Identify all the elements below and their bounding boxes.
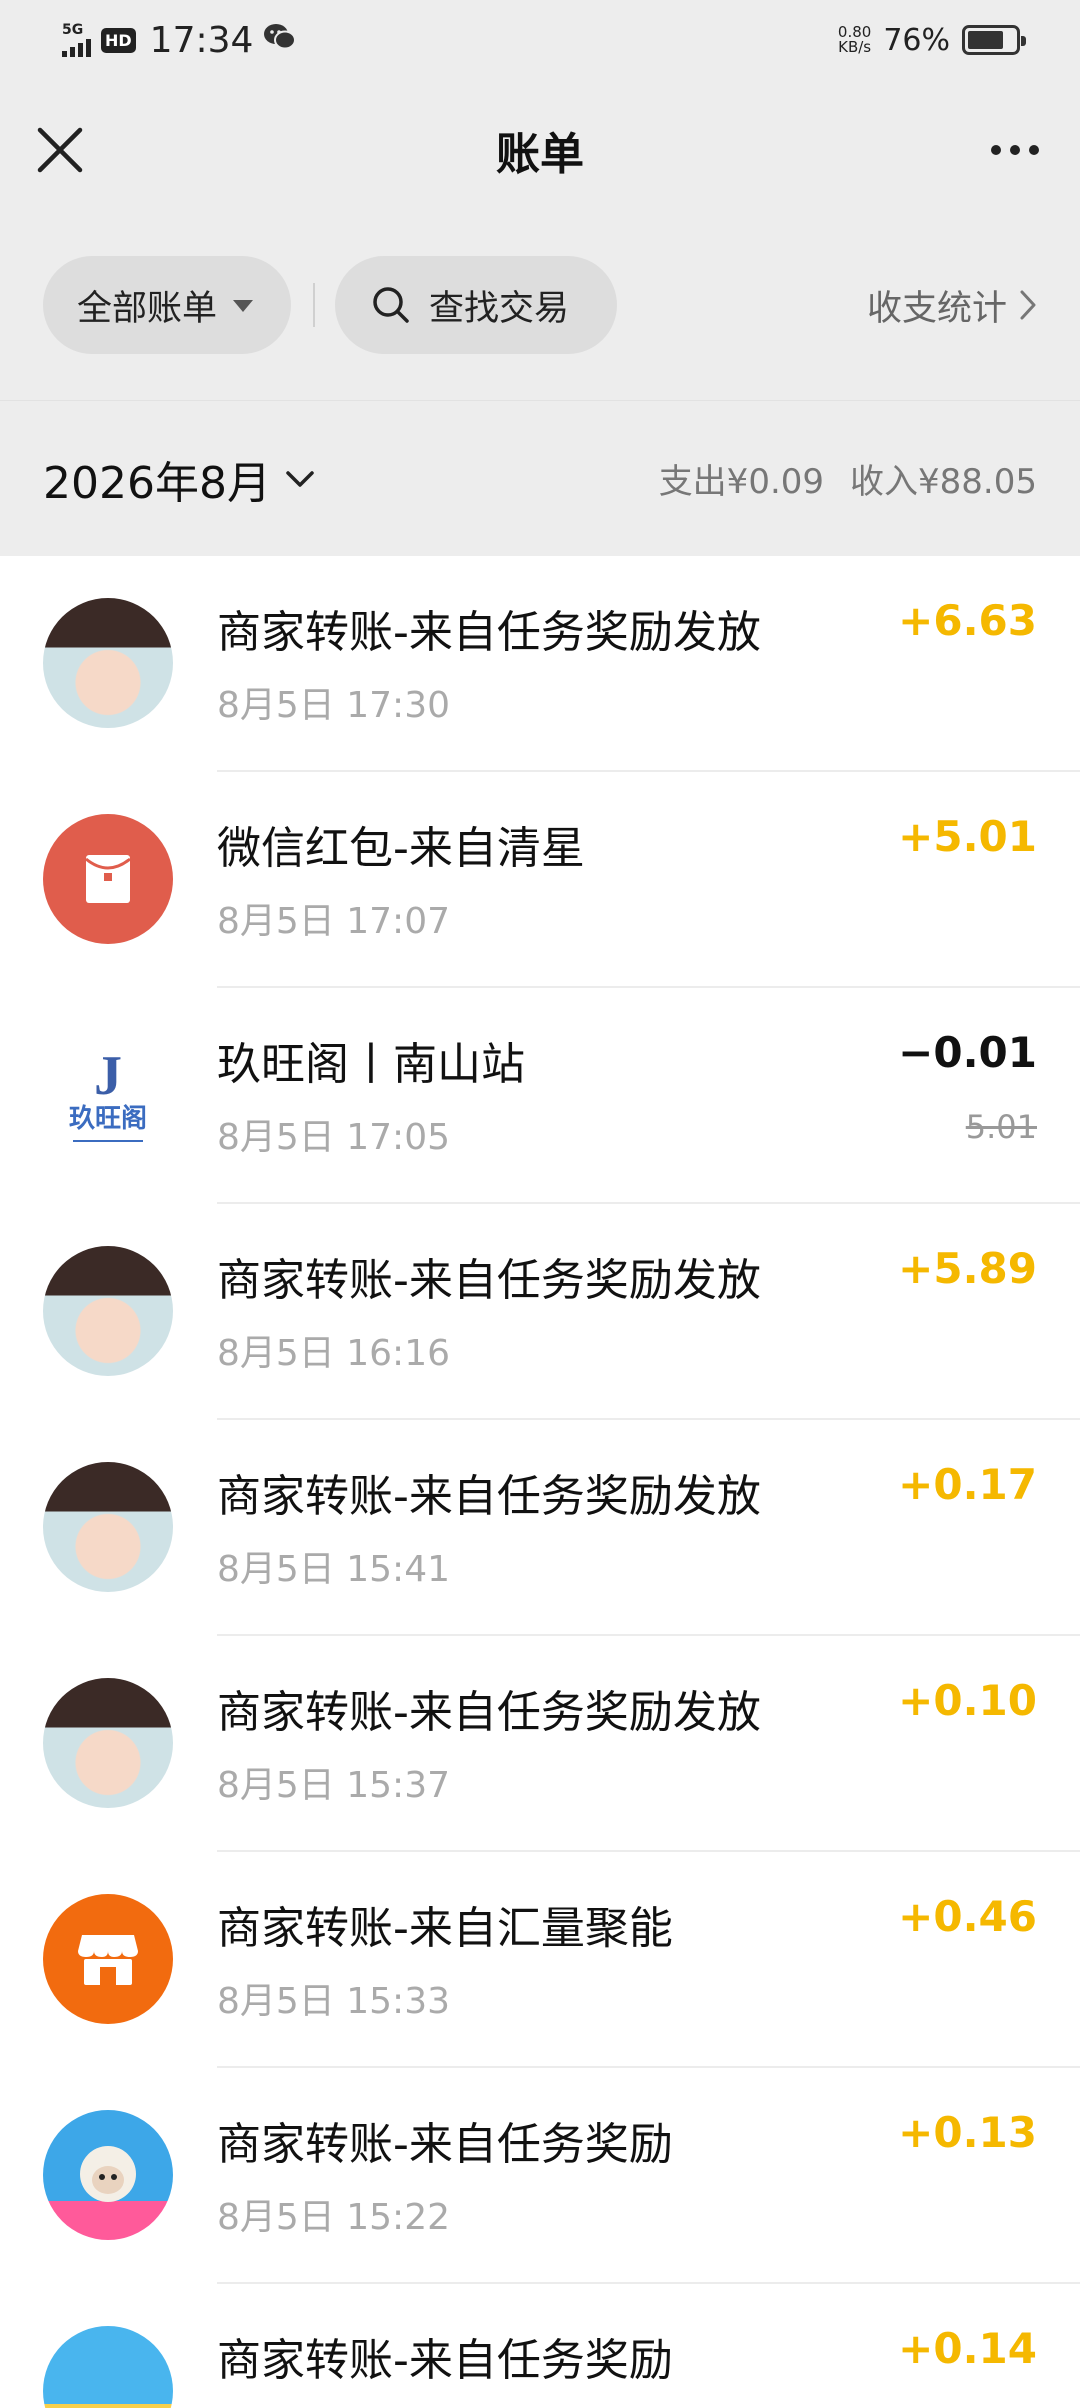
original-amount: 5.01	[965, 1108, 1037, 1146]
lady-avatar	[43, 1678, 173, 1808]
more-dot-icon	[1010, 145, 1020, 155]
transaction-amount: +6.63	[898, 596, 1037, 645]
transaction-time: 8月5日 17:30	[217, 685, 450, 726]
transaction-amount: +0.13	[898, 2108, 1037, 2157]
battery-level	[968, 31, 1003, 49]
transaction-time: 8月5日 15:37	[217, 1765, 450, 1806]
transaction-row[interactable]: 微信红包-来自清星 8月5日 17:07 +5.01	[0, 772, 1080, 988]
more-dot-icon	[1029, 145, 1039, 155]
search-transactions-button[interactable]: 查找交易	[335, 256, 617, 354]
transaction-time: 8月5日 15:22	[217, 2197, 450, 2238]
transaction-row[interactable]: 商家转账-来自任务奖励发放 8月5日 15:41 +0.17	[0, 1420, 1080, 1636]
transaction-title: 商家转账-来自任务奖励发放	[217, 1471, 761, 1522]
transaction-time: 8月5日 15:41	[217, 1549, 450, 1590]
all-bills-label: 全部账单	[77, 288, 218, 329]
all-bills-filter[interactable]: 全部账单	[43, 256, 291, 354]
transaction-title: 商家转账-来自汇量聚能	[217, 1903, 673, 1954]
lady-avatar	[43, 1246, 173, 1376]
transaction-amount: −0.01	[898, 1028, 1037, 1077]
month-totals: 支出¥0.09 收入¥88.05	[659, 454, 1037, 503]
network-speed: 0.80 KB/s	[838, 25, 871, 55]
battery-percent: 76%	[883, 22, 950, 58]
red-packet-icon	[43, 814, 173, 944]
search-icon	[373, 287, 409, 323]
transaction-row[interactable]: 商家转账-来自任务奖励发放 8月5日 15:37 +0.10	[0, 1636, 1080, 1852]
logo-name: 玖旺阁	[68, 1104, 147, 1134]
speed-unit: KB/s	[838, 38, 872, 56]
search-label: 查找交易	[429, 288, 570, 329]
transaction-list: 商家转账-来自任务奖励发放 8月5日 17:30 +6.63 微信红包-来自清星…	[0, 556, 1080, 2408]
close-icon	[37, 127, 83, 173]
transaction-title: 微信红包-来自清星	[217, 823, 585, 874]
transaction-time: 8月5日 17:05	[217, 1117, 450, 1158]
expense-total: 支出¥0.09	[658, 462, 825, 502]
transaction-amount: +0.46	[898, 1892, 1037, 1941]
chevron-down-icon	[286, 470, 314, 487]
transaction-row[interactable]: J 玖旺阁 玖旺阁丨南山站 8月5日 17:05 −0.01 5.01	[0, 988, 1080, 1204]
caret-down-icon	[233, 300, 254, 312]
transaction-title: 商家转账-来自任务奖励发放	[217, 1255, 761, 1306]
hd-badge: HD	[101, 27, 136, 53]
transaction-row[interactable]: 商家转账-来自任务奖励 8月5日 15:22 +0.13	[0, 2068, 1080, 2284]
more-button[interactable]	[980, 120, 1050, 180]
filter-bar: 全部账单 查找交易 收支统计	[0, 255, 1080, 355]
transaction-time: 8月5日 17:07	[217, 901, 450, 942]
network-type: 5G	[62, 22, 84, 38]
month-label: 2026年8月	[43, 457, 271, 509]
transaction-row[interactable]: 商家转账-来自任务奖励 +0.14	[0, 2284, 1080, 2408]
stats-label: 收支统计	[866, 288, 1007, 329]
transaction-row[interactable]: 商家转账-来自任务奖励发放 8月5日 17:30 +6.63	[0, 556, 1080, 772]
lady-avatar	[43, 1462, 173, 1592]
filter-divider	[313, 283, 315, 327]
logo-underline	[73, 1140, 143, 1142]
transaction-amount: +0.14	[898, 2324, 1037, 2373]
chevron-right-icon	[1020, 290, 1036, 320]
status-right: 0.80 KB/s 76%	[838, 22, 1026, 58]
battery-icon	[962, 25, 1026, 55]
shop-icon	[43, 1894, 173, 2024]
transaction-title: 商家转账-来自任务奖励发放	[217, 607, 761, 658]
transaction-amount: +5.89	[898, 1244, 1037, 1293]
transaction-amount: +5.01	[898, 812, 1037, 861]
transaction-row[interactable]: 商家转账-来自汇量聚能 8月5日 15:33 +0.46	[0, 1852, 1080, 2068]
month-selector[interactable]: 2026年8月	[43, 447, 315, 511]
month-summary-bar: 2026年8月 支出¥0.09 收入¥88.05	[0, 400, 1080, 556]
transaction-row[interactable]: 商家转账-来自任务奖励发放 8月5日 16:16 +5.89	[0, 1204, 1080, 1420]
close-button[interactable]	[30, 120, 90, 180]
lady-avatar	[43, 598, 173, 728]
status-bar: 5G HD 17:34 0.80 KB/s 76%	[0, 0, 1080, 80]
wechat-icon	[263, 20, 297, 61]
jiuwangge-logo: J 玖旺阁	[43, 1030, 173, 1160]
status-time: 17:34	[149, 19, 254, 61]
signal-icon: 5G	[62, 23, 91, 57]
transaction-amount: +0.17	[898, 1460, 1037, 1509]
page-title: 账单	[496, 129, 584, 180]
logo-letter: J	[94, 1045, 122, 1107]
income-expense-stats-link[interactable]: 收支统计	[867, 280, 1037, 331]
transaction-time: 8月5日 16:16	[217, 1333, 450, 1374]
transaction-amount: +0.10	[898, 1676, 1037, 1725]
sheep-avatar	[43, 2110, 173, 2240]
transaction-title: 商家转账-来自任务奖励	[217, 2119, 673, 2170]
income-total: 收入¥88.05	[850, 462, 1037, 502]
yarn-avatar	[43, 2326, 173, 2408]
more-dot-icon	[991, 145, 1001, 155]
transaction-time: 8月5日 15:33	[217, 1981, 450, 2022]
transaction-title: 商家转账-来自任务奖励	[217, 2335, 673, 2386]
status-left: 5G HD 17:34	[62, 20, 297, 61]
transaction-title: 玖旺阁丨南山站	[217, 1039, 525, 1090]
transaction-title: 商家转账-来自任务奖励发放	[217, 1687, 761, 1738]
nav-bar: 账单	[0, 80, 1080, 220]
